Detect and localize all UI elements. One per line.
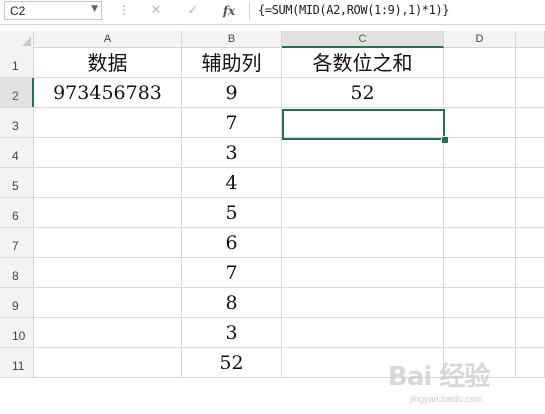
- chevron-down-icon[interactable]: ▼: [91, 4, 98, 14]
- cell-b9[interactable]: 8: [182, 288, 282, 317]
- name-box-value: C2: [10, 4, 26, 18]
- fill-handle[interactable]: [441, 136, 449, 144]
- cell-d8[interactable]: [444, 258, 516, 287]
- cell-c5[interactable]: [282, 168, 444, 197]
- row-header[interactable]: 4: [0, 138, 34, 167]
- cancel-icon[interactable]: ✕: [146, 2, 166, 20]
- row-header[interactable]: 9: [0, 288, 34, 317]
- cell-a8[interactable]: [34, 258, 182, 287]
- cell-a4[interactable]: [34, 138, 182, 167]
- cell-d2[interactable]: [444, 78, 516, 107]
- row-header[interactable]: 7: [0, 228, 34, 257]
- cell-d10[interactable]: [444, 318, 516, 347]
- cell-c4[interactable]: [282, 138, 444, 167]
- column-header-b[interactable]: B: [182, 31, 282, 48]
- cell-a10[interactable]: [34, 318, 182, 347]
- cell-d5[interactable]: [444, 168, 516, 197]
- cell-e1[interactable]: [516, 48, 545, 77]
- cell-c1[interactable]: 各数位之和: [282, 48, 444, 77]
- cell-b7[interactable]: 6: [182, 228, 282, 257]
- watermark-url: jingyan.baidu.com: [410, 394, 483, 404]
- insert-function-icon[interactable]: fx: [219, 2, 239, 20]
- column-header-d[interactable]: D: [444, 31, 516, 48]
- cell-d4[interactable]: [444, 138, 516, 167]
- formula-bar-divider: [249, 2, 250, 21]
- cell-d1[interactable]: [444, 48, 516, 77]
- cell-c10[interactable]: [282, 318, 444, 347]
- row-header[interactable]: 6: [0, 198, 34, 227]
- cell-d9[interactable]: [444, 288, 516, 317]
- cell-b8[interactable]: 7: [182, 258, 282, 287]
- grip-dots-icon[interactable]: ⋮: [118, 4, 130, 16]
- select-all-button[interactable]: [0, 31, 34, 48]
- cell-b2[interactable]: 9: [182, 78, 282, 107]
- column-header-a[interactable]: A: [34, 31, 182, 48]
- table-row: 98: [0, 288, 545, 318]
- cell-c8[interactable]: [282, 258, 444, 287]
- row-header[interactable]: 2: [0, 78, 34, 107]
- row-header[interactable]: 10: [0, 318, 34, 347]
- name-box[interactable]: C2 ▼: [4, 1, 102, 20]
- cell-e10[interactable]: [516, 318, 545, 347]
- cell-d3[interactable]: [444, 108, 516, 137]
- cell-b10[interactable]: 3: [182, 318, 282, 347]
- table-row: 54: [0, 168, 545, 198]
- cell-e4[interactable]: [516, 138, 545, 167]
- table-row: 37: [0, 108, 545, 138]
- table-row: 87: [0, 258, 545, 288]
- cell-e8[interactable]: [516, 258, 545, 287]
- formula-bar: C2 ▼ ⋮ ✕ ✓ fx {=SUM(MID(A2,ROW(1:9),1)*1…: [0, 0, 545, 25]
- cell-d7[interactable]: [444, 228, 516, 257]
- cell-b4[interactable]: 3: [182, 138, 282, 167]
- row-header[interactable]: 5: [0, 168, 34, 197]
- cell-e7[interactable]: [516, 228, 545, 257]
- table-row: 1 数据 辅助列 各数位之和: [0, 48, 545, 78]
- table-row: 65: [0, 198, 545, 228]
- cell-b6[interactable]: 5: [182, 198, 282, 227]
- cell-a3[interactable]: [34, 108, 182, 137]
- cell-b1[interactable]: 辅助列: [182, 48, 282, 77]
- cell-b5[interactable]: 4: [182, 168, 282, 197]
- row-header[interactable]: 1: [0, 48, 34, 77]
- cell-a1[interactable]: 数据: [34, 48, 182, 77]
- cell-c6[interactable]: [282, 198, 444, 227]
- cell-a6[interactable]: [34, 198, 182, 227]
- table-row: 76: [0, 228, 545, 258]
- cell-b11[interactable]: 52: [182, 348, 282, 377]
- cell-a2[interactable]: 973456783: [34, 78, 182, 107]
- cell-a5[interactable]: [34, 168, 182, 197]
- cell-a9[interactable]: [34, 288, 182, 317]
- cell-c2[interactable]: 52: [282, 78, 444, 107]
- cell-a11[interactable]: [34, 348, 182, 377]
- row-header[interactable]: 11: [0, 348, 34, 377]
- cell-e6[interactable]: [516, 198, 545, 227]
- column-header-c[interactable]: C: [282, 31, 444, 48]
- cell-e9[interactable]: [516, 288, 545, 317]
- row-header[interactable]: 8: [0, 258, 34, 287]
- cell-e2[interactable]: [516, 78, 545, 107]
- table-row: 10 3: [0, 318, 545, 348]
- watermark-logo: Bai 经验: [388, 362, 490, 392]
- cell-c9[interactable]: [282, 288, 444, 317]
- row-header[interactable]: 3: [0, 108, 34, 137]
- cell-e5[interactable]: [516, 168, 545, 197]
- column-header-e[interactable]: [516, 31, 545, 48]
- column-header-row: A B C D: [0, 31, 545, 48]
- cell-e3[interactable]: [516, 108, 545, 137]
- cell-b3[interactable]: 7: [182, 108, 282, 137]
- formula-input[interactable]: {=SUM(MID(A2,ROW(1:9),1)*1)}: [258, 3, 449, 17]
- table-row: 2 973456783 9 52: [0, 78, 545, 108]
- table-row: 43: [0, 138, 545, 168]
- enter-icon[interactable]: ✓: [183, 2, 203, 20]
- cell-c3[interactable]: [282, 108, 444, 137]
- cell-a7[interactable]: [34, 228, 182, 257]
- cell-d6[interactable]: [444, 198, 516, 227]
- cell-c7[interactable]: [282, 228, 444, 257]
